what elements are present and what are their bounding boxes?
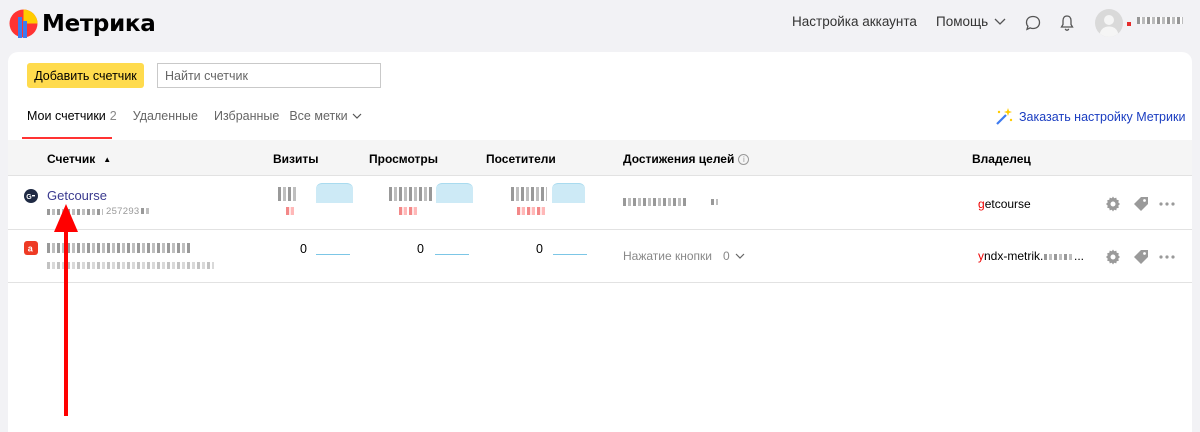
visits-value-redacted bbox=[278, 187, 296, 201]
svg-text:G: G bbox=[26, 194, 32, 201]
visits-delta-redacted bbox=[286, 207, 296, 215]
help-label: Помощь bbox=[936, 14, 989, 29]
visits-sparkline bbox=[316, 254, 350, 255]
visitors-sparkline bbox=[553, 254, 587, 255]
top-header: Метрика Настройка аккаунта Помощь bbox=[0, 0, 1200, 48]
site-favicon-icon: a bbox=[24, 241, 38, 255]
column-counter-label: Счетчик bbox=[47, 152, 96, 166]
tag-icon[interactable] bbox=[1132, 195, 1150, 213]
column-header-visitors: Посетители bbox=[486, 152, 556, 166]
user-icon bbox=[1099, 15, 1119, 37]
metrika-logo-icon bbox=[9, 9, 38, 38]
all-tags-dropdown[interactable]: Все метки bbox=[289, 109, 362, 123]
logo-text: Метрика bbox=[42, 10, 156, 37]
counter-id-redacted bbox=[141, 208, 149, 214]
help-menu[interactable]: Помощь bbox=[936, 14, 1006, 29]
column-header-counter[interactable]: Счетчик ▲ bbox=[47, 152, 111, 166]
info-icon[interactable]: i bbox=[738, 153, 750, 165]
visitors-sparkline bbox=[552, 183, 585, 203]
column-header-goals: Достижения целей i bbox=[623, 152, 750, 166]
owner-rest: etcourse bbox=[984, 197, 1031, 211]
tab-deleted[interactable]: Удаленные bbox=[133, 109, 198, 123]
goal-selector[interactable]: Нажатие кнопки 0 bbox=[623, 249, 745, 263]
goal-name-redacted bbox=[623, 198, 688, 206]
chevron-down-icon bbox=[352, 113, 362, 119]
settings-gear-icon[interactable] bbox=[1104, 248, 1122, 266]
chevron-down-icon bbox=[994, 18, 1006, 25]
counters-panel: Добавить счетчик Мои счетчики2 Удаленные… bbox=[8, 52, 1192, 432]
views-sparkline bbox=[435, 254, 469, 255]
settings-gear-icon[interactable] bbox=[1104, 195, 1122, 213]
add-counter-button[interactable]: Добавить счетчик bbox=[27, 63, 144, 88]
active-tab-underline bbox=[22, 137, 112, 139]
divider bbox=[8, 175, 1192, 176]
owner-login: yndx-metrik. bbox=[978, 249, 1043, 263]
counter-tabs: Мои счетчики 2 Удаленные Избранные Все ме… bbox=[27, 109, 362, 123]
visitors-value-redacted bbox=[511, 187, 547, 201]
owner-login-redacted bbox=[1044, 254, 1072, 260]
visits-sparkline bbox=[316, 183, 353, 203]
counter-search-input[interactable] bbox=[157, 63, 381, 88]
views-sparkline bbox=[436, 183, 473, 203]
site-url-redacted bbox=[47, 209, 103, 215]
site-url-redacted bbox=[47, 262, 214, 269]
goal-value-redacted bbox=[711, 199, 718, 205]
owner-login: getcourse bbox=[978, 197, 1031, 211]
column-header-owner: Владелец bbox=[972, 152, 1031, 166]
svg-text:a: a bbox=[28, 244, 34, 254]
column-visits-label: Визиты bbox=[273, 152, 319, 166]
tab-my-counters-count: 2 bbox=[109, 109, 117, 123]
column-header-views: Просмотры bbox=[369, 152, 438, 166]
column-visitors-label: Посетители bbox=[486, 152, 556, 166]
visitors-value: 0 bbox=[536, 242, 543, 256]
tag-icon[interactable] bbox=[1132, 248, 1150, 266]
views-value: 0 bbox=[417, 242, 424, 256]
chevron-down-icon bbox=[735, 253, 745, 259]
tab-my-counters[interactable]: Мои счетчики 2 bbox=[27, 109, 117, 123]
account-settings-link[interactable]: Настройка аккаунта bbox=[792, 14, 917, 29]
user-avatar[interactable] bbox=[1095, 9, 1123, 37]
bell-icon[interactable] bbox=[1058, 14, 1076, 32]
views-delta-redacted bbox=[399, 207, 417, 215]
counter-name-redacted[interactable] bbox=[47, 243, 192, 253]
column-views-label: Просмотры bbox=[369, 152, 439, 166]
goal-value: 0 bbox=[723, 249, 730, 263]
visits-value: 0 bbox=[300, 242, 307, 256]
column-owner-label: Владелец bbox=[972, 152, 1031, 166]
column-goals-label: Достижения целей bbox=[623, 152, 735, 166]
username-first-letter-mark bbox=[1127, 22, 1131, 26]
owner-first-letter: g bbox=[978, 197, 985, 211]
more-options-icon[interactable] bbox=[1158, 195, 1176, 213]
counter-name-link[interactable]: Getcourse bbox=[47, 188, 107, 203]
counter-id: 257293 bbox=[106, 206, 140, 217]
views-value-redacted bbox=[389, 187, 434, 201]
tab-my-counters-label: Мои счетчики bbox=[27, 109, 106, 123]
metrika-logo[interactable]: Метрика bbox=[9, 9, 156, 38]
visitors-delta-redacted bbox=[517, 207, 545, 215]
column-header-visits: Визиты bbox=[273, 152, 319, 166]
order-setup-label: Заказать настройку Метрики bbox=[1019, 110, 1186, 124]
magic-wand-icon bbox=[996, 108, 1013, 125]
tab-favorites[interactable]: Избранные bbox=[214, 109, 279, 123]
more-options-icon[interactable] bbox=[1158, 248, 1176, 266]
all-tags-label: Все метки bbox=[289, 109, 348, 123]
divider bbox=[8, 229, 1192, 230]
username-redacted bbox=[1137, 17, 1183, 24]
getcourse-favicon-icon: G bbox=[24, 189, 38, 203]
sort-ascending-icon: ▲ bbox=[103, 154, 112, 164]
divider bbox=[8, 282, 1192, 283]
goal-name: Нажатие кнопки bbox=[623, 249, 712, 263]
owner-ellipsis: ... bbox=[1074, 249, 1085, 263]
owner-rest: ndx-metrik. bbox=[984, 249, 1044, 263]
order-setup-link[interactable]: Заказать настройку Метрики bbox=[994, 107, 1185, 127]
chat-icon[interactable] bbox=[1024, 14, 1042, 32]
